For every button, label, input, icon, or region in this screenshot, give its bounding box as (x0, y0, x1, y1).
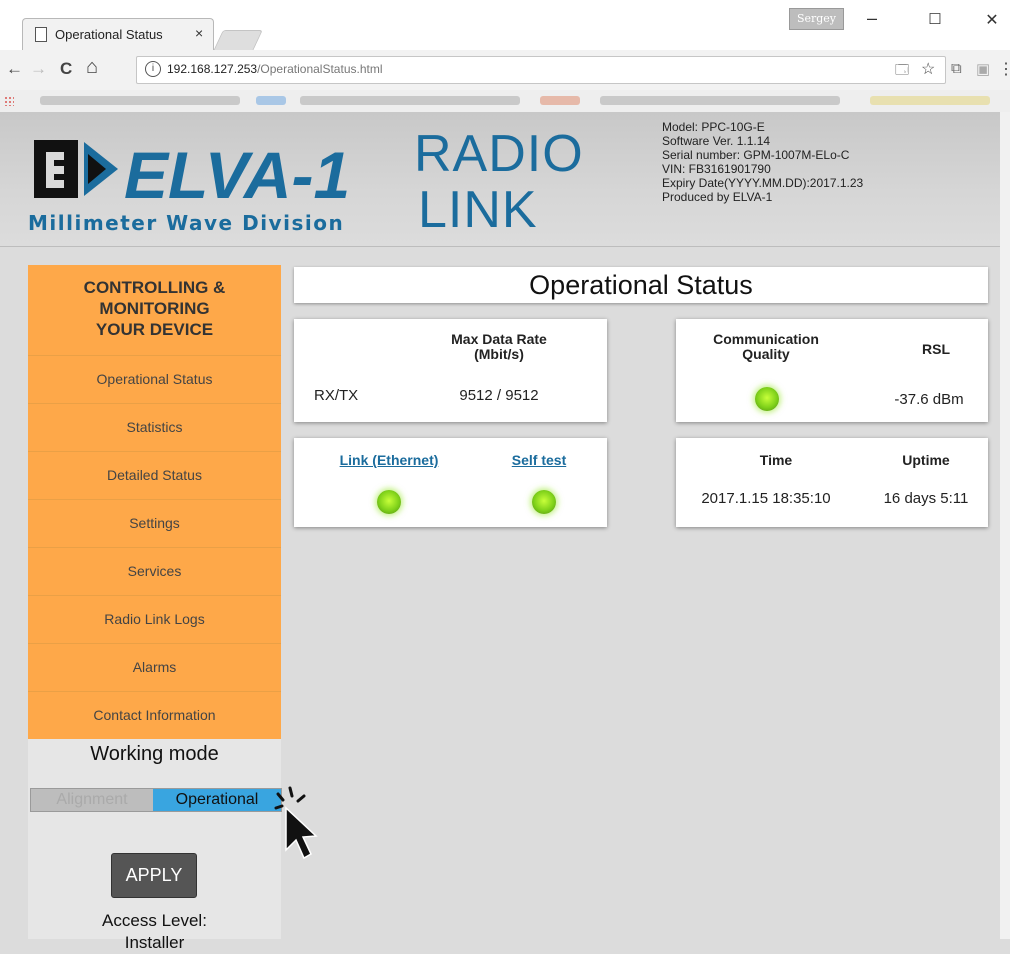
self-test-led (532, 490, 556, 514)
heading-line: MONITORING (99, 299, 210, 318)
header-line: (Mbit/s) (474, 346, 524, 362)
reload-icon[interactable]: C (60, 59, 72, 79)
page-icon (35, 27, 47, 42)
working-mode-title: Working mode (90, 743, 219, 765)
mode-operational-option[interactable]: Operational (153, 789, 281, 811)
back-icon[interactable]: ← (6, 59, 23, 79)
sidebar-item-operational-status[interactable]: Operational Status (28, 355, 281, 403)
maximize-button[interactable]: ☐ (915, 10, 955, 28)
radio-link-title: RADIO LINK (414, 126, 584, 238)
heading-line: YOUR DEVICE (95, 320, 214, 339)
link-ethernet-led (377, 490, 401, 514)
producer-text: Produced by ELVA-1 (662, 190, 773, 204)
title-line: LINK (418, 181, 538, 239)
page-content: ELVA-1 Millimeter Wave Division RADIO LI… (0, 112, 1000, 952)
bookmark-blur (300, 96, 520, 105)
sidebar-item-radio-link-logs[interactable]: Radio Link Logs (28, 595, 281, 643)
extension-icon[interactable]: ⧉ (951, 60, 962, 77)
sidebar: CONTROLLING & MONITORING YOUR DEVICE Ope… (28, 265, 282, 952)
address-toolbar: ← → C ⌂ i 192.168.127.253/OperationalSta… (0, 50, 1010, 91)
rx-tx-value: 9512 / 9512 (459, 387, 539, 404)
browser-tab[interactable]: Operational Status × (22, 18, 214, 51)
header-line: Quality (742, 346, 790, 362)
bookmark-blur (540, 96, 580, 105)
sidebar-item-settings[interactable]: Settings (28, 499, 281, 547)
page-scrollbar[interactable] (1000, 112, 1010, 939)
tab-title: Operational Status (55, 27, 163, 42)
url-text: 192.168.127.253/OperationalStatus.html (167, 62, 383, 76)
expiry-date-text: Expiry Date(YYYY.MM.DD):2017.1.23 (662, 176, 864, 190)
comm-quality-card: Communication Quality RSL -37.6 dBm (676, 319, 988, 422)
rsl-header: RSL (922, 341, 950, 357)
header-line: Max Data Rate (451, 331, 547, 347)
bookmark-blur (600, 96, 840, 105)
mode-alignment-option[interactable]: Alignment (31, 789, 153, 811)
logo-subtitle: Millimeter Wave Division (28, 211, 344, 235)
apply-button[interactable]: APPLY (111, 853, 197, 898)
sidebar-item-statistics[interactable]: Statistics (28, 403, 281, 451)
browser-titlebar: Operational Status × Sergey – ☐ ✕ (0, 0, 1010, 51)
time-value: 2017.1.15 18:35:10 (701, 490, 831, 507)
page-title: Operational Status (294, 267, 988, 303)
home-icon[interactable]: ⌂ (86, 56, 98, 79)
new-tab-button[interactable] (213, 30, 263, 51)
title-line: RADIO (414, 125, 584, 183)
sidebar-heading: CONTROLLING & MONITORING YOUR DEVICE (28, 265, 281, 355)
data-rate-card: Max Data Rate (Mbit/s) RX/TX 9512 / 9512 (294, 319, 607, 422)
bookmark-star-icon[interactable]: ☆ (921, 59, 935, 79)
time-header: Time (759, 452, 793, 468)
close-window-button[interactable]: ✕ (972, 10, 1010, 30)
menu-icon[interactable]: ⋮ (998, 59, 1010, 79)
info-icon[interactable]: i (145, 61, 161, 77)
uptime-value: 16 days 5:11 (883, 490, 969, 507)
uptime-header: Uptime (902, 452, 950, 468)
extension-icon-2[interactable]: ▣ (976, 60, 990, 78)
translate-icon[interactable]: 🗔 (895, 61, 909, 83)
access-level-value: Installer (124, 933, 185, 952)
apps-icon[interactable] (4, 96, 14, 106)
self-test-link[interactable]: Self test (499, 452, 579, 468)
comm-quality-header: Communication Quality (696, 332, 836, 362)
bookmark-blur (256, 96, 286, 105)
forward-icon[interactable]: → (30, 59, 47, 79)
sidebar-item-services[interactable]: Services (28, 547, 281, 595)
sidebar-item-alarms[interactable]: Alarms (28, 643, 281, 691)
rsl-value: -37.6 dBm (894, 391, 964, 408)
model-text: Model: PPC-10G-E (662, 120, 765, 134)
rx-tx-label: RX/TX (314, 387, 359, 404)
heading-line: CONTROLLING & (83, 278, 226, 297)
sidebar-item-detailed-status[interactable]: Detailed Status (28, 451, 281, 499)
url-path: /OperationalStatus.html (257, 62, 383, 76)
software-version-text: Software Ver. 1.1.14 (662, 134, 771, 148)
bookmark-blur (40, 96, 240, 105)
device-info: Model: PPC-10G-E Software Ver. 1.1.14 Se… (662, 120, 863, 204)
serial-number-text: Serial number: GPM-1007M-ELo-C (662, 148, 850, 162)
header-line: Communication (713, 331, 819, 347)
working-mode-toggle[interactable]: Alignment Operational (30, 788, 282, 812)
minimize-button[interactable]: – (852, 8, 892, 29)
site-header: ELVA-1 Millimeter Wave Division RADIO LI… (0, 112, 1000, 247)
comm-quality-led (755, 387, 779, 411)
bookmarks-bar (0, 90, 1010, 112)
sidebar-item-contact-information[interactable]: Contact Information (28, 691, 281, 739)
access-level-label: Access Level: (102, 911, 207, 930)
elva-logo: ELVA-1 Millimeter Wave Division (28, 138, 350, 235)
time-uptime-card: Time Uptime 2017.1.15 18:35:10 16 days 5… (676, 438, 988, 527)
url-bar[interactable]: i 192.168.127.253/OperationalStatus.html… (136, 56, 946, 84)
access-level: Access Level: Installer (28, 910, 281, 954)
mouse-cursor-icon (274, 786, 318, 860)
vin-text: VIN: FB3161901790 (662, 162, 771, 176)
link-selftest-card: Link (Ethernet) Self test (294, 438, 607, 527)
bookmark-blur (870, 96, 990, 105)
profile-badge[interactable]: Sergey (789, 8, 844, 30)
logo-text: ELVA-1 (124, 138, 350, 212)
link-ethernet-link[interactable]: Link (Ethernet) (334, 452, 444, 468)
tab-close-icon[interactable]: × (195, 25, 203, 41)
max-data-rate-header: Max Data Rate (Mbit/s) (434, 332, 564, 362)
url-host: 192.168.127.253 (167, 62, 258, 76)
